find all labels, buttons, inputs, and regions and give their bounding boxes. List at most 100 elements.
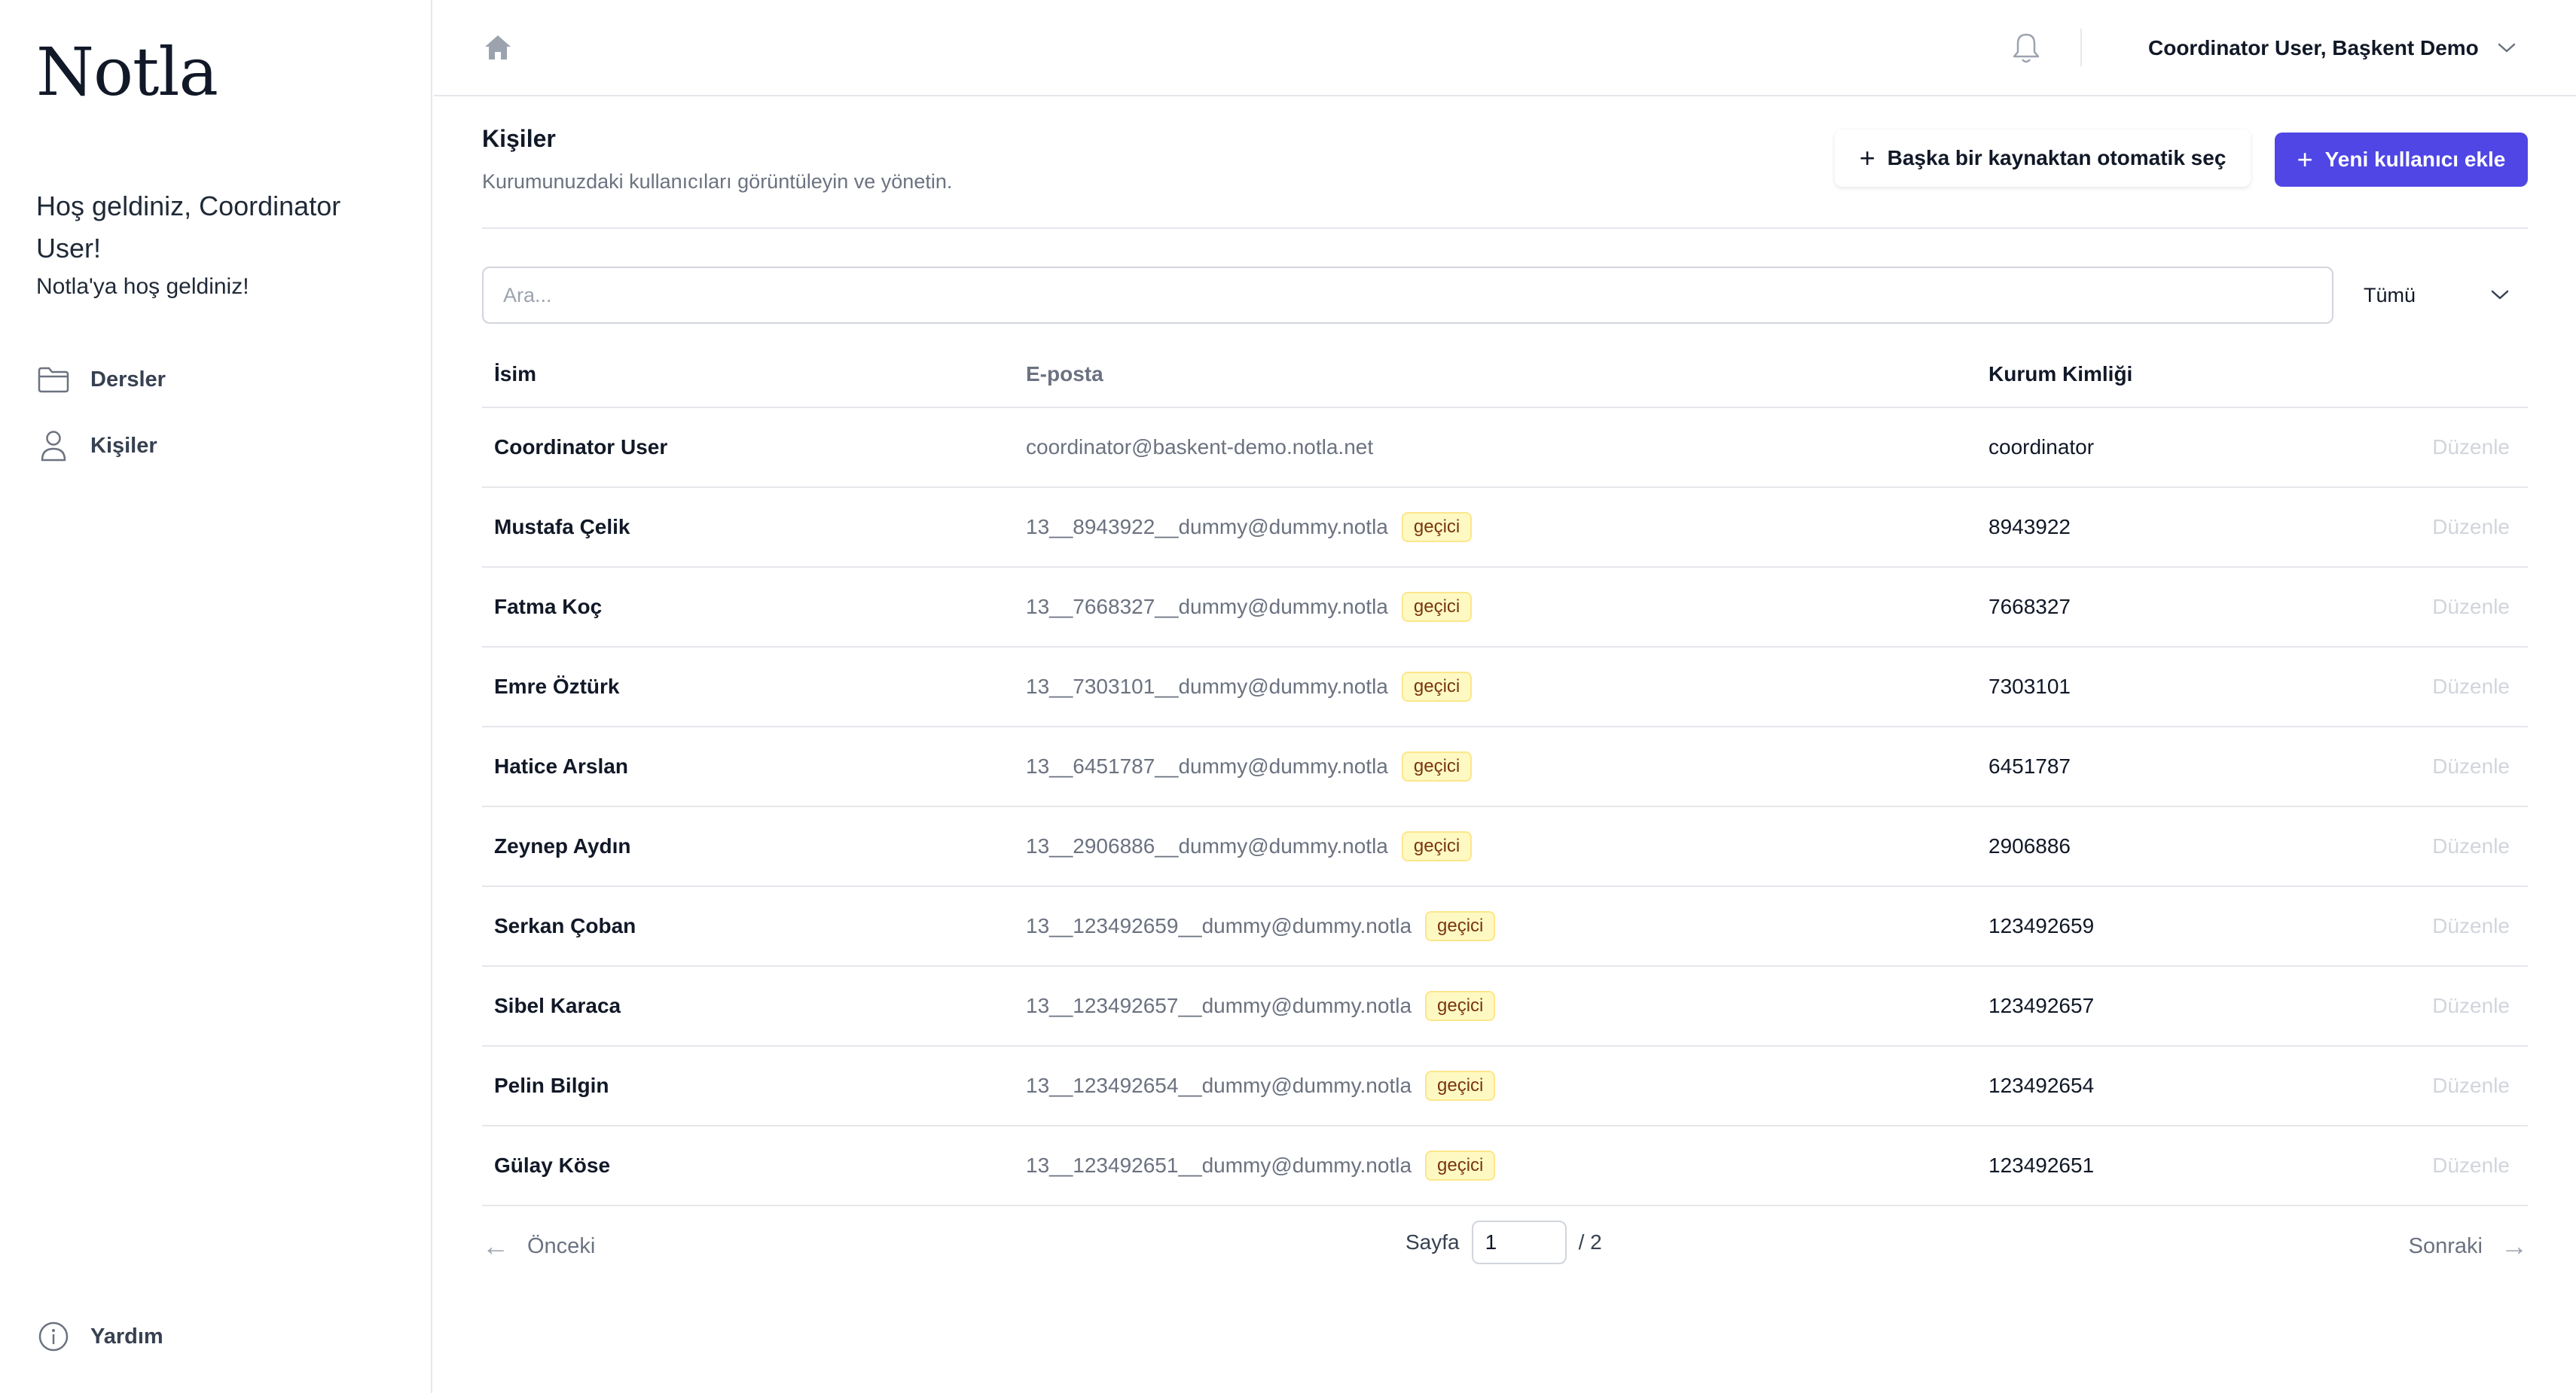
filter-selected-value: Tümü (2364, 283, 2416, 306)
temporary-badge: geçici (1425, 991, 1496, 1021)
edit-button[interactable]: Düzenle (2410, 595, 2528, 619)
edit-button[interactable]: Düzenle (2410, 1154, 2528, 1178)
table-row: Mustafa Çelik 13__8943922__dummy@dummy.no… (482, 488, 2528, 568)
user-name: Hatice Arslan (494, 754, 628, 778)
page-subtitle: Kurumunuzdaki kullanıcıları görüntüleyin… (482, 170, 953, 193)
edit-button[interactable]: Düzenle (2410, 914, 2528, 938)
sidebar-item-label: Kişiler (90, 433, 157, 458)
user-email: 13__8943922__dummy@dummy.notla (1026, 515, 1388, 538)
user-menu-label: Coordinator User, Başkent Demo (2148, 36, 2479, 59)
column-header-email[interactable]: E-posta (1026, 362, 1988, 386)
edit-button[interactable]: Düzenle (2410, 834, 2528, 858)
next-label: Sonraki (2408, 1233, 2483, 1258)
user-email-cell: coordinator@baskent-demo.notla.net (1026, 435, 1988, 459)
table-row: Pelin Bilgin 13__123492654__dummy@dummy.n… (482, 1047, 2528, 1126)
user-email-cell: 13__8943922__dummy@dummy.notla geçici (1026, 512, 1988, 542)
table-row: Coordinator User coordinator@baskent-demo… (482, 408, 2528, 488)
filter-select[interactable]: Tümü (2346, 267, 2528, 324)
welcome-heading: Hoş geldiniz, Coordinator User! (36, 191, 341, 264)
help-label: Yardım (90, 1324, 163, 1349)
page-number-input[interactable] (1471, 1221, 1567, 1264)
user-name: Sibel Karaca (494, 994, 621, 1017)
users-table: İsim E-posta Kurum Kimliği Coordinator U… (482, 342, 2528, 1206)
header-divider (482, 227, 2528, 229)
sidebar: Notla Hoş geldiniz, Coordinator User! No… (0, 0, 432, 1393)
user-email-cell: 13__6451787__dummy@dummy.notla geçici (1026, 751, 1988, 782)
temporary-badge: geçici (1425, 911, 1496, 941)
institution-id: 123492659 (1988, 914, 2095, 937)
column-header-name[interactable]: İsim (482, 362, 1026, 386)
sidebar-nav: Dersler Kişiler (36, 346, 398, 479)
temporary-badge: geçici (1401, 592, 1473, 622)
page-indicator: Sayfa / 2 (1406, 1220, 1602, 1265)
user-name: Mustafa Çelik (494, 515, 630, 538)
notifications-button[interactable] (2007, 29, 2046, 68)
table-row: Zeynep Aydın 13__2906886__dummy@dummy.not… (482, 807, 2528, 887)
user-name: Serkan Çoban (494, 914, 636, 937)
edit-button[interactable]: Düzenle (2410, 994, 2528, 1018)
institution-id: 8943922 (1988, 515, 2071, 538)
user-icon (36, 428, 71, 463)
column-header-id[interactable]: Kurum Kimliği (1988, 362, 2410, 386)
table-row: Gülay Köse 13__123492651__dummy@dummy.not… (482, 1126, 2528, 1206)
institution-id: 123492651 (1988, 1154, 2095, 1177)
edit-button[interactable]: Düzenle (2410, 435, 2528, 459)
plus-icon: + (1859, 142, 1876, 173)
top-bar-divider (2080, 29, 2082, 66)
temporary-badge: geçici (1425, 1071, 1496, 1101)
user-email-cell: 13__123492654__dummy@dummy.notla geçici (1026, 1071, 1988, 1101)
institution-id: 7668327 (1988, 595, 2071, 618)
institution-id: 2906886 (1988, 834, 2071, 858)
edit-button[interactable]: Düzenle (2410, 675, 2528, 699)
sidebar-item-label: Dersler (90, 367, 166, 392)
sidebar-item-dersler[interactable]: Dersler (36, 346, 398, 413)
user-email-cell: 13__123492659__dummy@dummy.notla geçici (1026, 911, 1988, 941)
top-bar: Coordinator User, Başkent Demo (434, 0, 2576, 96)
auto-select-button[interactable]: + Başka bir kaynaktan otomatik seç (1835, 130, 2251, 187)
user-email-cell: 13__123492651__dummy@dummy.notla geçici (1026, 1151, 1988, 1181)
user-name: Fatma Koç (494, 595, 603, 618)
temporary-badge: geçici (1425, 1151, 1496, 1181)
user-email: coordinator@baskent-demo.notla.net (1026, 435, 1374, 459)
temporary-badge: geçici (1401, 751, 1473, 782)
institution-id: 123492657 (1988, 994, 2095, 1017)
chevron-down-icon (2498, 43, 2516, 53)
user-email-cell: 13__7303101__dummy@dummy.notla geçici (1026, 672, 1988, 702)
edit-button[interactable]: Düzenle (2410, 754, 2528, 779)
user-name: Emre Öztürk (494, 675, 620, 698)
user-email: 13__2906886__dummy@dummy.notla (1026, 834, 1388, 858)
user-email: 13__6451787__dummy@dummy.notla (1026, 754, 1388, 778)
home-icon (485, 35, 511, 59)
help-link[interactable]: Yardım (36, 1319, 163, 1354)
temporary-badge: geçici (1401, 672, 1473, 702)
edit-button[interactable]: Düzenle (2410, 515, 2528, 539)
edit-button[interactable]: Düzenle (2410, 1074, 2528, 1098)
user-menu-button[interactable]: Coordinator User, Başkent Demo (2148, 29, 2516, 68)
institution-id: 6451787 (1988, 754, 2071, 778)
table-body: Coordinator User coordinator@baskent-demo… (482, 408, 2528, 1206)
home-button[interactable] (481, 30, 515, 65)
app-logo[interactable]: Notla (36, 33, 218, 111)
user-name: Zeynep Aydın (494, 834, 631, 858)
user-email: 13__123492654__dummy@dummy.notla (1026, 1074, 1412, 1097)
pagination: ← Önceki Sayfa / 2 Sonraki → (482, 1220, 2528, 1277)
plus-icon: + (2297, 144, 2313, 175)
table-row: Hatice Arslan 13__6451787__dummy@dummy.no… (482, 727, 2528, 807)
chevron-down-icon (2491, 290, 2509, 300)
arrow-left-icon: ← (482, 1230, 509, 1261)
institution-id: coordinator (1988, 435, 2095, 459)
institution-id: 7303101 (1988, 675, 2071, 698)
add-user-button[interactable]: + Yeni kullanıcı ekle (2275, 133, 2528, 187)
user-name: Gülay Köse (494, 1154, 611, 1177)
sidebar-item-kisiler[interactable]: Kişiler (36, 413, 398, 479)
page-total: / 2 (1578, 1230, 1602, 1254)
user-email: 13__123492657__dummy@dummy.notla (1026, 994, 1412, 1017)
search-input[interactable] (482, 267, 2333, 324)
user-name: Pelin Bilgin (494, 1074, 609, 1097)
temporary-badge: geçici (1401, 512, 1473, 542)
add-user-label: Yeni kullanıcı ekle (2324, 148, 2506, 171)
main-content: Kişiler Kurumunuzdaki kullanıcıları görü… (434, 98, 2576, 1393)
previous-page-button[interactable]: ← Önceki (482, 1230, 595, 1262)
user-email: 13__123492659__dummy@dummy.notla (1026, 914, 1412, 937)
next-page-button[interactable]: Sonraki → (2409, 1230, 2528, 1262)
